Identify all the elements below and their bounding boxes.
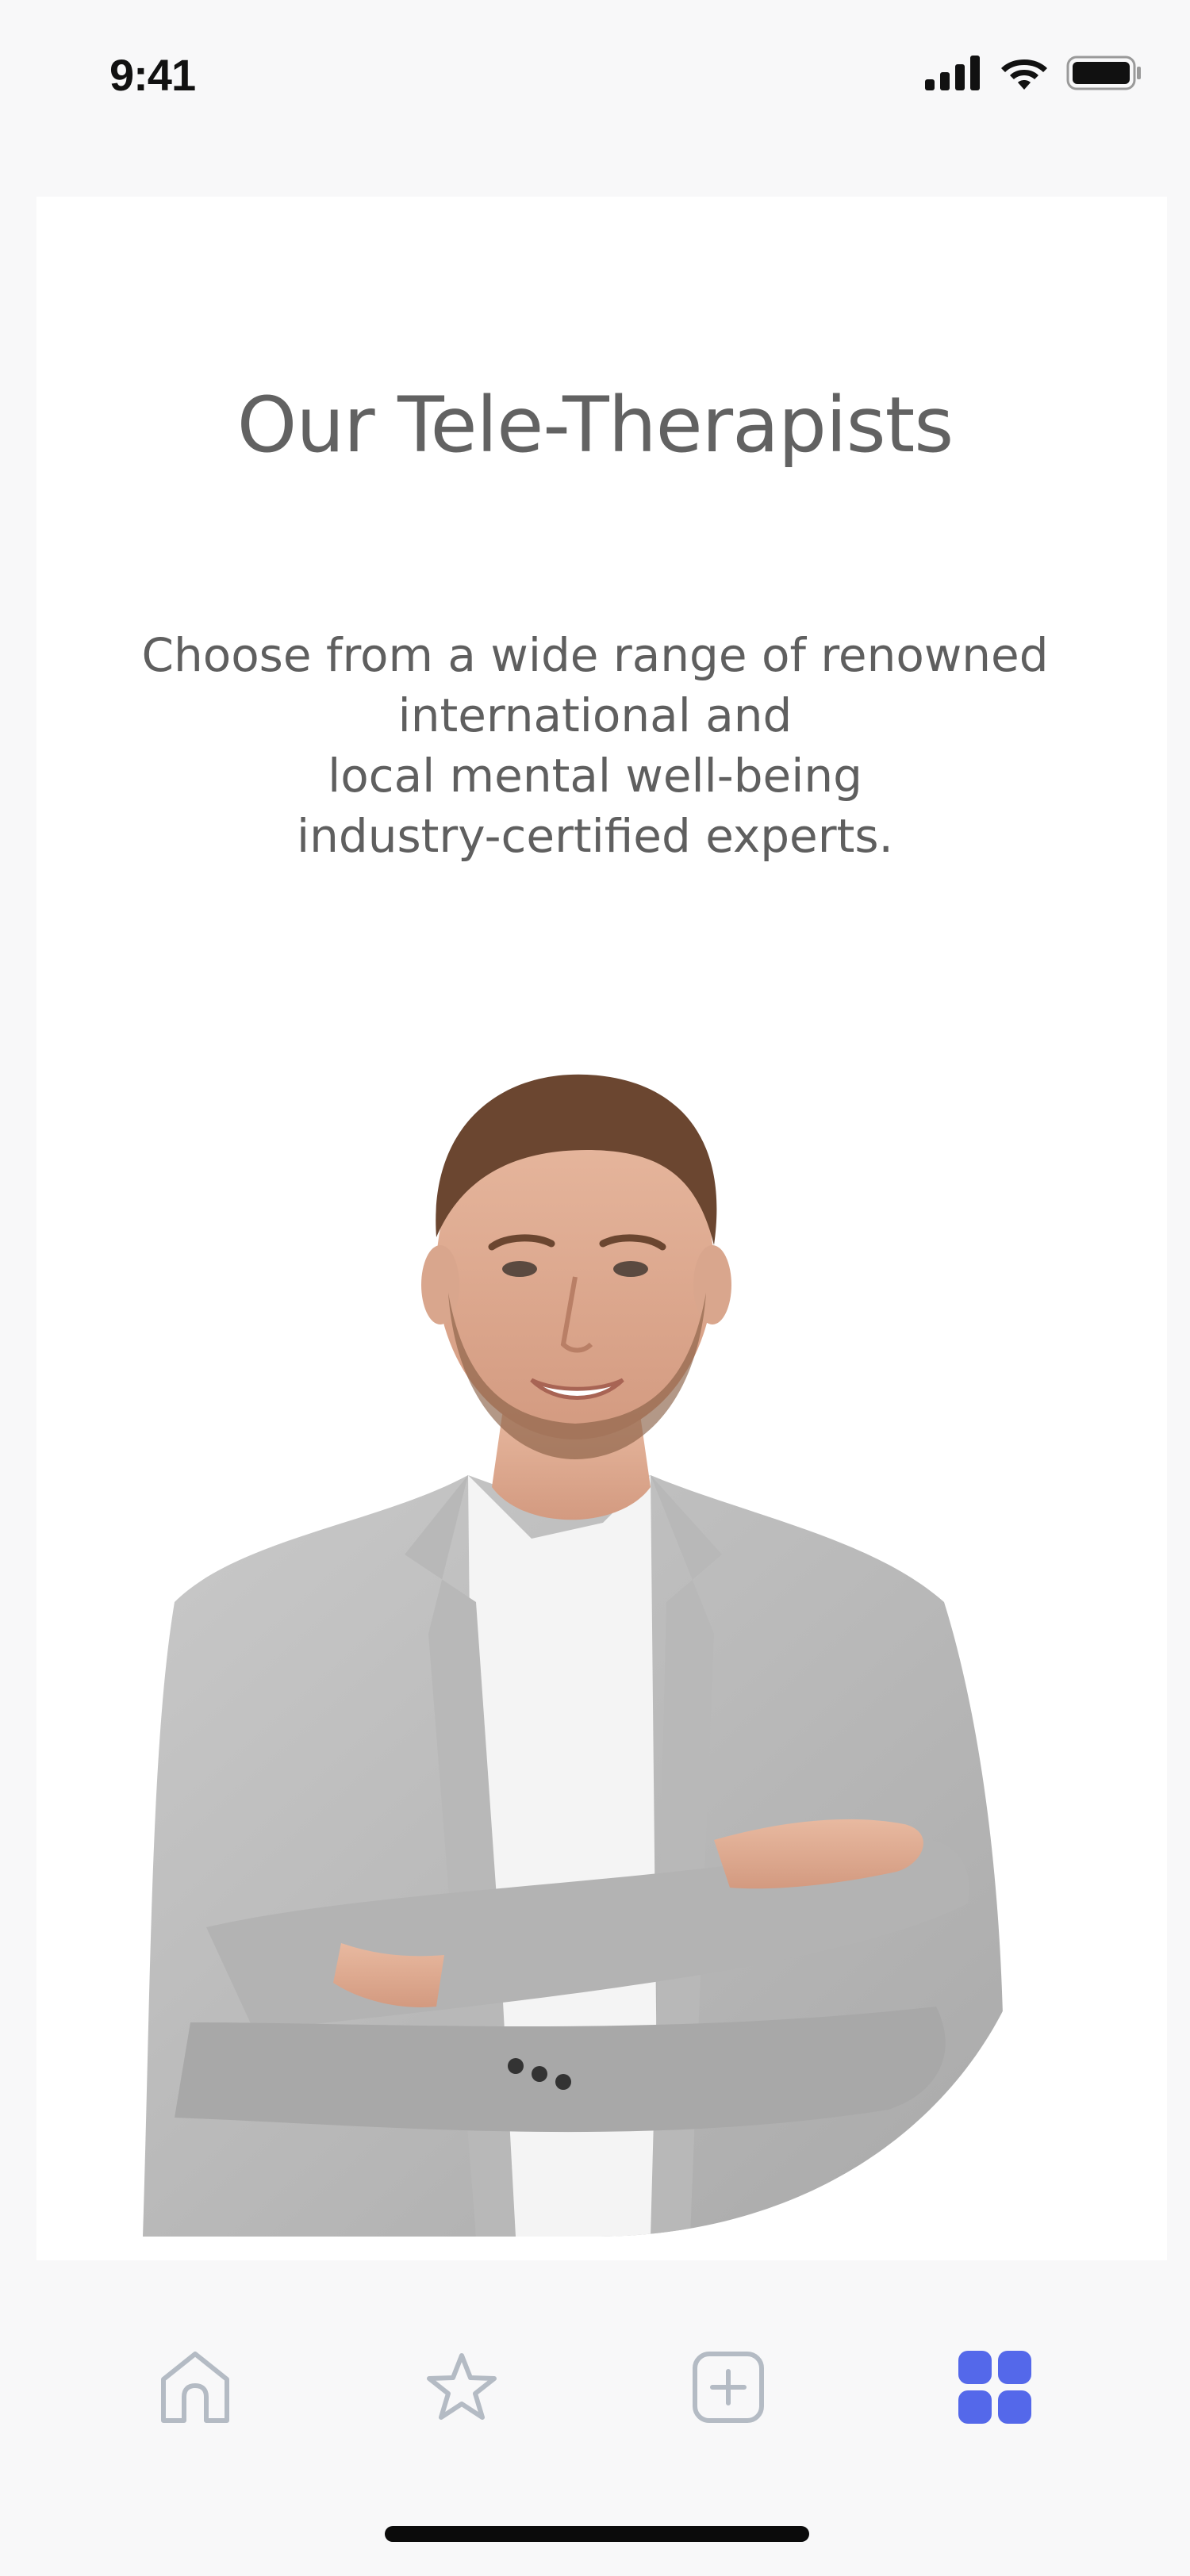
- add-square-icon: [693, 2352, 764, 2423]
- nav-add[interactable]: [685, 2344, 772, 2431]
- cellular-signal-icon: [925, 56, 980, 90]
- home-icon: [161, 2352, 229, 2423]
- grid-icon: [958, 2351, 1031, 2424]
- subtitle-line: international and: [397, 688, 793, 742]
- therapist-portrait: [143, 1074, 1004, 2237]
- status-time: 9:41: [109, 50, 196, 100]
- subtitle-line: local mental well-being: [328, 749, 862, 803]
- nav-home[interactable]: [152, 2344, 239, 2431]
- nav-dashboard[interactable]: [951, 2344, 1038, 2431]
- subtitle-line: industry-certified experts.: [297, 809, 893, 863]
- subtitle-line: Choose from a wide range of renowned: [141, 628, 1049, 682]
- onboarding-screen: 9:41 Our Tele-Therapists Choose from a w…: [0, 0, 1190, 2576]
- nav-favorites[interactable]: [418, 2344, 505, 2431]
- star-icon: [427, 2353, 497, 2420]
- wifi-icon: [1001, 59, 1047, 90]
- status-icons: [925, 52, 1142, 94]
- home-indicator[interactable]: [385, 2526, 809, 2542]
- status-bar: 9:41: [0, 0, 1190, 151]
- page-subtitle: Choose from a wide range of renowned int…: [0, 625, 1190, 866]
- page-title: Our Tele-Therapists: [236, 381, 954, 470]
- battery-icon: [1066, 56, 1141, 90]
